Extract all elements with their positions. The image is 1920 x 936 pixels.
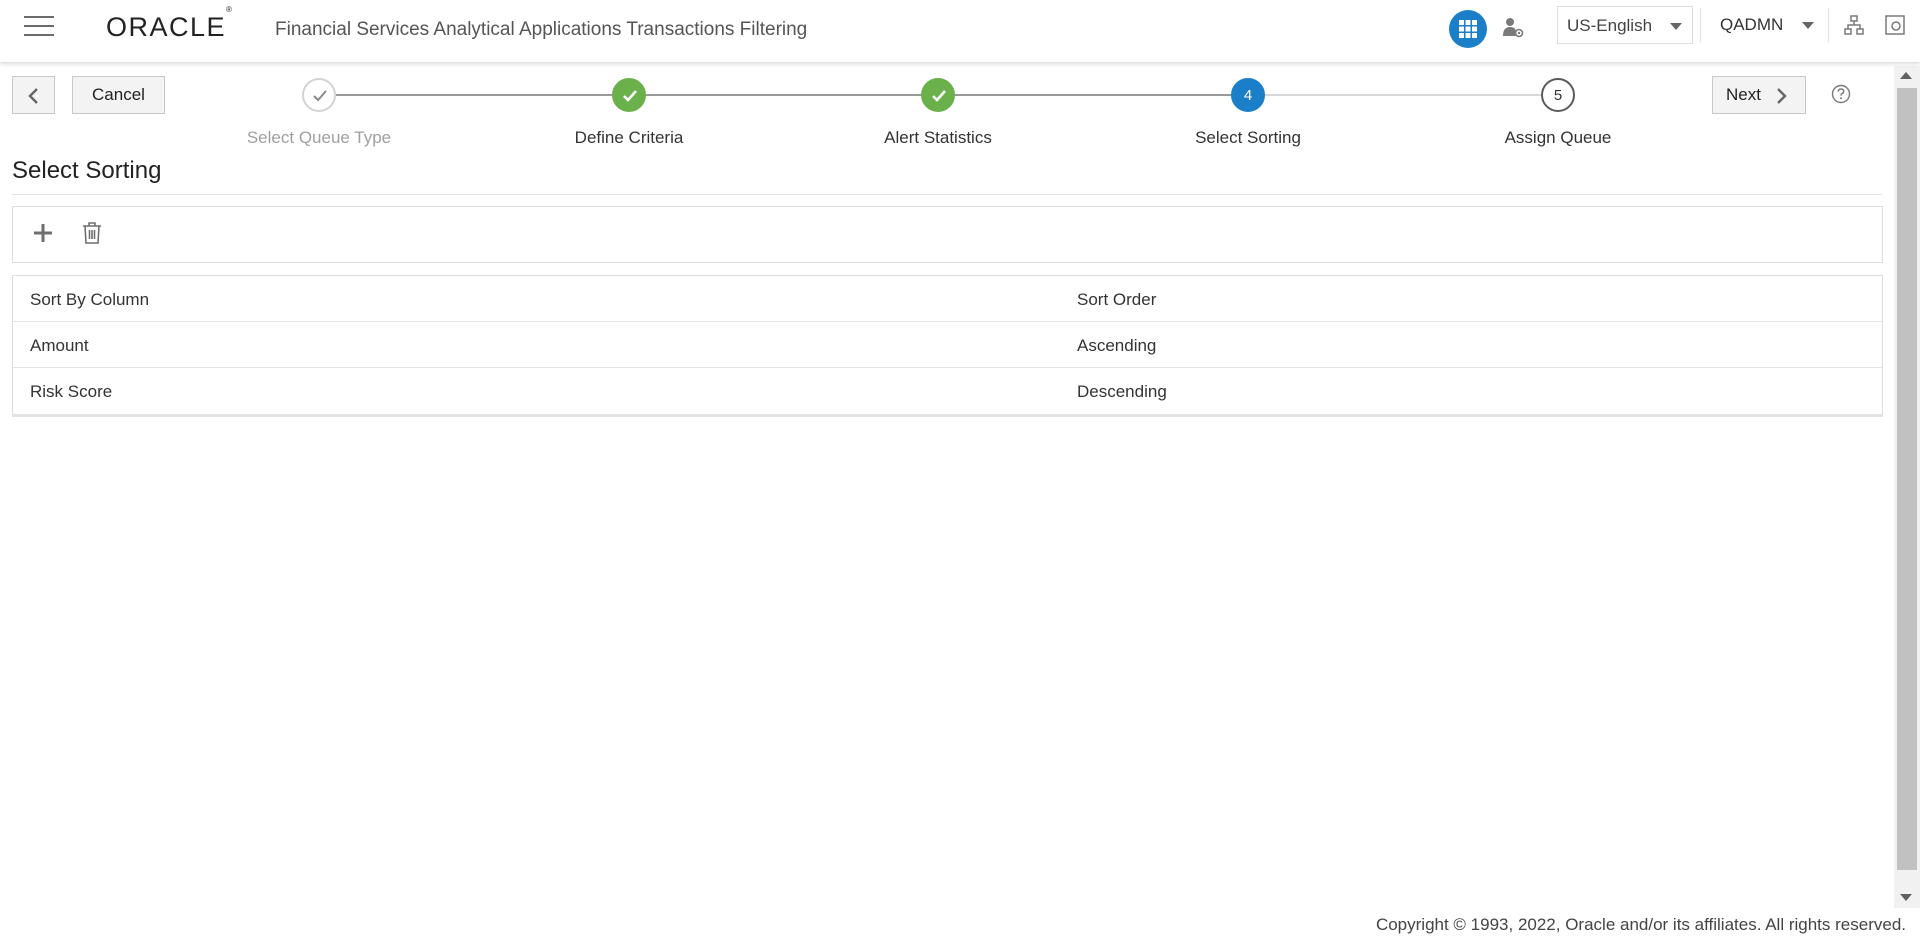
train-step-select-sorting[interactable]: 4: [1231, 78, 1265, 112]
train-step-alert-statistics[interactable]: [921, 78, 955, 112]
column-header[interactable]: Sort By Column: [30, 290, 149, 310]
oracle-logo: ORACLE®: [106, 5, 232, 42]
train-step-assign-queue[interactable]: 5: [1541, 78, 1575, 112]
chevron-left-icon: [28, 88, 38, 104]
checkmark-icon: [313, 90, 327, 102]
help-icon[interactable]: [1831, 84, 1851, 104]
sitemap-icon[interactable]: [1844, 15, 1864, 35]
divider: [12, 194, 1882, 195]
sorting-table: Sort By Column Sort Order Amount Ascendi…: [12, 275, 1883, 417]
next-button[interactable]: Next: [1712, 76, 1806, 114]
table-cell: Descending: [1077, 382, 1167, 401]
apps-grid-icon: [1459, 20, 1477, 38]
apps-grid-button[interactable]: [1449, 10, 1487, 48]
train-step-label: Define Criteria: [574, 128, 684, 147]
table-cell: Ascending: [1077, 336, 1157, 355]
header-divider: [1828, 8, 1829, 42]
checkmark-icon: [932, 90, 946, 102]
trash-icon[interactable]: [81, 221, 103, 245]
language-value: US-English: [1567, 16, 1653, 35]
cancel-button[interactable]: Cancel: [72, 76, 165, 114]
scroll-down-arrow-icon[interactable]: [1900, 894, 1912, 901]
window-icon[interactable]: [1885, 15, 1905, 35]
app-header: ORACLE® Financial Services Analytical Ap…: [0, 0, 1920, 62]
next-button-label: Next: [1726, 85, 1761, 104]
table-row[interactable]: Amount Ascending: [13, 322, 1882, 368]
train-connector: [336, 94, 630, 96]
train-connector: [955, 94, 1249, 96]
grid-toolbar: [12, 206, 1883, 263]
table-row[interactable]: Risk Score Descending: [13, 368, 1882, 414]
header-divider: [1700, 8, 1701, 42]
train-step-label: Assign Queue: [1504, 128, 1612, 147]
table-cell: Amount: [30, 336, 89, 355]
chevron-down-icon: [1670, 23, 1682, 30]
train-step-label: Alert Statistics: [884, 128, 992, 147]
column-header[interactable]: Sort Order: [1077, 290, 1156, 310]
train-step-select-queue-type[interactable]: [302, 78, 336, 112]
plus-icon[interactable]: [32, 222, 54, 244]
language-select[interactable]: US-English: [1557, 6, 1693, 44]
user-menu[interactable]: QADMN: [1720, 15, 1814, 35]
train-step-label: Select Sorting: [1195, 128, 1301, 147]
train-connector: [645, 94, 939, 96]
train-step-label: Select Queue Type: [246, 128, 392, 147]
scrollbar-thumb[interactable]: [1897, 88, 1917, 870]
hamburger-menu-icon[interactable]: [24, 16, 54, 38]
train-step-define-criteria[interactable]: [612, 78, 646, 112]
train-connector: [1265, 94, 1541, 96]
chevron-right-icon: [1777, 88, 1787, 104]
table-header-row: Sort By Column Sort Order: [13, 276, 1882, 322]
user-settings-icon[interactable]: [1502, 16, 1524, 38]
app-title: Financial Services Analytical Applicatio…: [275, 19, 808, 40]
user-name: QADMN: [1720, 15, 1784, 34]
page-title: Select Sorting: [12, 157, 162, 184]
scroll-up-arrow-icon[interactable]: [1900, 72, 1912, 79]
chevron-down-icon: [1802, 22, 1814, 29]
checkmark-icon: [623, 90, 637, 102]
table-cell: Risk Score: [30, 382, 113, 401]
back-button[interactable]: [12, 76, 55, 114]
copyright-footer: Copyright © 1993, 2022, Oracle and/or it…: [1375, 915, 1906, 934]
